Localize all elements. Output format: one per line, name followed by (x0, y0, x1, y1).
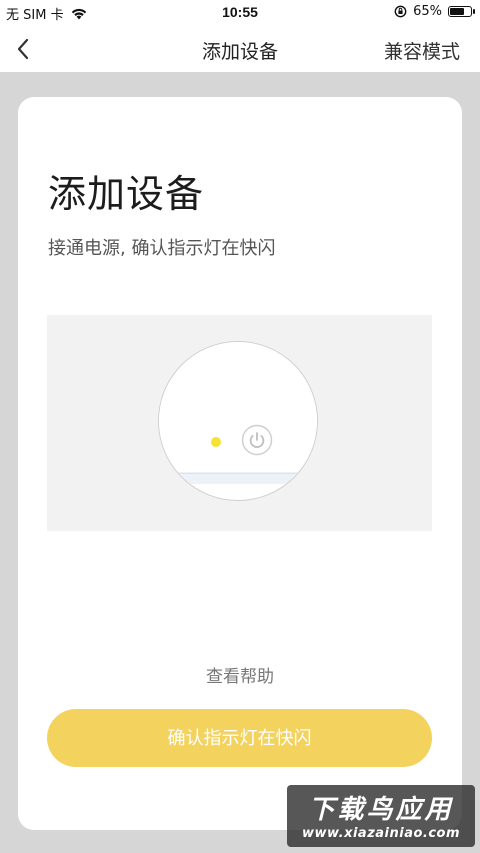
card-subtitle: 接通电源, 确认指示灯在快闪 (48, 238, 276, 259)
device-panel-edge (159, 342, 317, 474)
watermark-url-text: www.xiazainiao.com (301, 826, 461, 841)
card-title: 添加设备 (48, 172, 205, 216)
add-device-card: 添加设备 接通电源, 确认指示灯在快闪 查看帮助 确认指示灯在快闪 (18, 97, 462, 830)
battery-level-fill (450, 8, 465, 15)
battery-icon (448, 6, 475, 17)
orientation-lock-icon (394, 5, 407, 18)
compatibility-mode-button[interactable]: 兼容模式 (384, 37, 460, 64)
status-bar: 无 SIM 卡 10:55 65% (0, 0, 480, 26)
view-help-link[interactable]: 查看帮助 (18, 662, 462, 687)
device-illustration (47, 315, 432, 531)
indicator-led (211, 437, 221, 447)
power-icon (241, 424, 273, 456)
magnifier-circle (158, 341, 318, 501)
confirm-flashing-button[interactable]: 确认指示灯在快闪 (47, 709, 432, 767)
battery-percent: 65% (413, 4, 442, 19)
nav-bar: 添加设备 兼容模式 (0, 26, 480, 72)
status-right: 65% (394, 4, 475, 19)
watermark-logo: 下载鸟应用 www.xiazainiao.com (287, 785, 475, 847)
watermark-main-text: 下载鸟应用 (308, 795, 454, 825)
